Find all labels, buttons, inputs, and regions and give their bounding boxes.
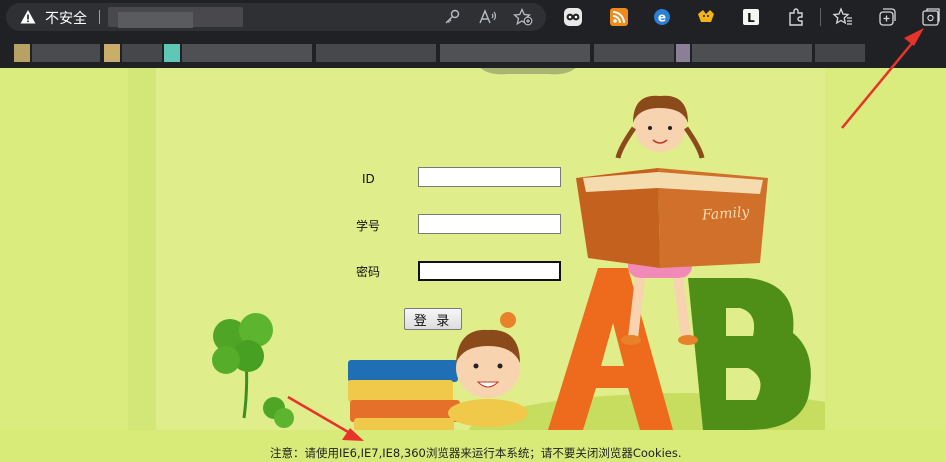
student-no-label: 学号 [356, 219, 381, 233]
letter-b-icon [688, 278, 811, 430]
warning-icon[interactable] [20, 9, 36, 25]
key-icon[interactable] [443, 8, 461, 26]
bookmark-item[interactable] [692, 44, 812, 62]
bookmark-item[interactable] [164, 44, 180, 62]
extensions-puzzle-icon[interactable] [785, 6, 807, 28]
url-separator [99, 10, 100, 24]
blurred-url-part [118, 12, 193, 28]
id-label: ID [362, 172, 375, 186]
bookmark-item[interactable] [594, 44, 674, 62]
browser-toolbar: 不安全 e L [0, 0, 946, 68]
bookmark-item[interactable] [440, 44, 590, 62]
bookmark-item[interactable] [104, 44, 120, 62]
student-no-input[interactable] [418, 214, 561, 234]
collections-icon[interactable] [876, 6, 898, 28]
screenshot-icon[interactable] [920, 6, 942, 28]
favorites-icon[interactable] [832, 6, 854, 28]
id-input[interactable] [418, 167, 561, 187]
bookmark-item[interactable] [32, 44, 100, 62]
password-input[interactable] [418, 261, 561, 281]
bookmark-item[interactable] [676, 44, 690, 62]
ext-fox-icon[interactable] [695, 6, 717, 28]
favorite-add-icon[interactable] [513, 8, 533, 26]
ext-owl-icon[interactable] [562, 6, 584, 28]
login-button[interactable]: 登 录 [404, 308, 462, 330]
bookmark-item[interactable] [815, 44, 865, 62]
security-label[interactable]: 不安全 [45, 8, 87, 28]
children-illustration: Family [212, 68, 825, 430]
ext-e-icon[interactable]: e [651, 6, 673, 28]
book-stack-icon [348, 360, 460, 430]
open-book-icon: Family [576, 168, 768, 268]
bookmark-item[interactable] [182, 44, 312, 62]
login-page: Family ID 学号 密码 登 录 注意：请使用IE6,IE7,IE8,36… [0, 68, 946, 462]
clover-icon [212, 313, 294, 428]
password-label: 密码 [356, 265, 381, 279]
toolbar-separator [820, 8, 821, 26]
ext-l-icon[interactable]: L [740, 6, 762, 28]
address-bar[interactable] [6, 3, 546, 31]
svg-text:e: e [658, 11, 666, 25]
ext-rss-icon[interactable] [608, 6, 630, 28]
bookmark-item[interactable] [14, 44, 30, 62]
bookmark-item[interactable] [316, 44, 436, 62]
ext-l-letter: L [747, 11, 755, 25]
browser-notice: 注意：请使用IE6,IE7,IE8,360浏览器来运行本系统；请不要关闭浏览器C… [270, 446, 682, 460]
bookmark-item[interactable] [122, 44, 162, 62]
read-aloud-icon[interactable] [478, 8, 497, 26]
